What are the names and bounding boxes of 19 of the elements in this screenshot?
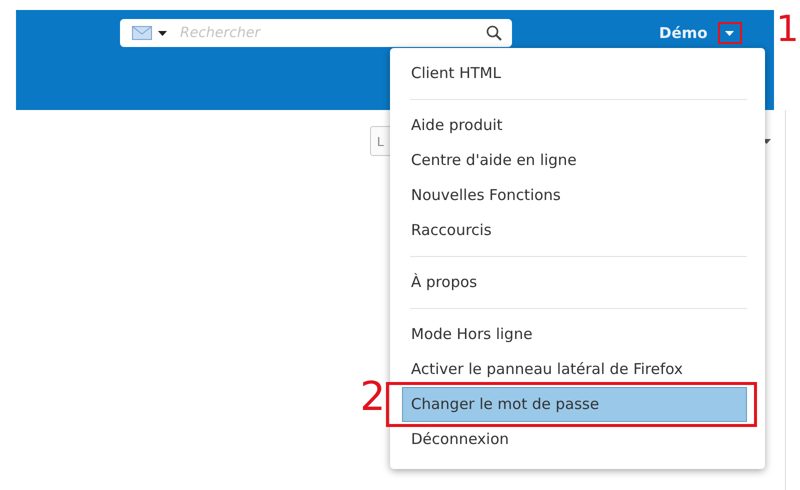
menu-item[interactable]: Mode Hors ligne [402, 317, 747, 352]
search-icon[interactable] [486, 25, 502, 41]
menu-item[interactable]: Centre d'aide en ligne [402, 143, 747, 178]
envelope-icon [132, 26, 152, 40]
caret-icon [725, 30, 734, 36]
menu-item[interactable]: Raccourcis [402, 213, 747, 248]
dropdown-button[interactable] [718, 22, 742, 44]
menu-item[interactable]: Client HTML [402, 56, 747, 91]
menu-item[interactable]: Nouvelles Fonctions [402, 178, 747, 213]
menu-item[interactable]: Activer le panneau latéral de Firefox [402, 352, 747, 387]
menu-item[interactable]: Changer le mot de passe [402, 387, 747, 422]
annotation-number: 2 [360, 377, 386, 417]
menu-item[interactable]: Aide produit [402, 108, 747, 143]
annotation-number: 1 [776, 12, 799, 48]
user-name[interactable]: Démo [659, 24, 708, 42]
menu-item[interactable]: À propos [402, 265, 747, 300]
search-field[interactable]: Rechercher [120, 19, 512, 47]
caret-icon[interactable] [158, 30, 167, 36]
menu-item[interactable]: Déconnexion [402, 422, 747, 457]
